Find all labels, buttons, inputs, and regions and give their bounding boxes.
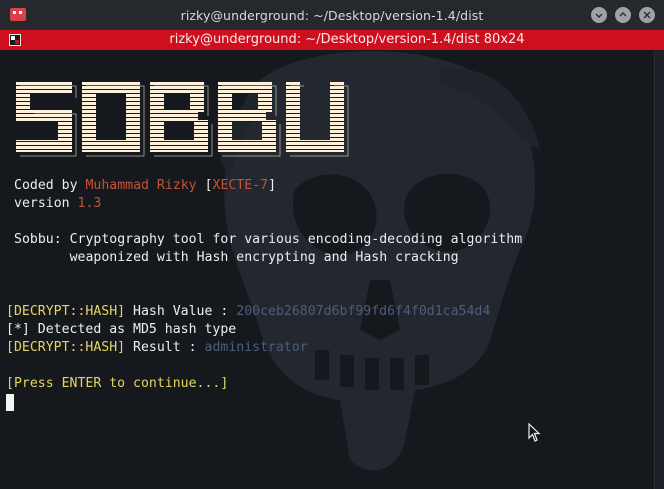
window-titlebar[interactable]: rizky@underground: ~/Desktop/version-1.4… bbox=[0, 0, 664, 30]
maximize-button[interactable] bbox=[615, 7, 631, 23]
author-name: Muhammad Rizky bbox=[85, 178, 197, 193]
detected-line: [*] Detected as MD5 hash type bbox=[6, 322, 237, 337]
decrypt-hash-tag: [DECRYPT::HASH] bbox=[6, 340, 126, 355]
terminal-tab-bar[interactable]: rizky@underground: ~/Desktop/version-1.4… bbox=[0, 30, 664, 50]
description-line-1: Sobbu: Cryptography tool for various enc… bbox=[14, 232, 523, 247]
team-name: XECTE-7 bbox=[212, 178, 269, 193]
terminal-output[interactable]: Coded by Muhammad Rizky [XECTE-7] versio… bbox=[0, 50, 654, 489]
tab-terminal-icon bbox=[9, 34, 21, 46]
maximize-icon bbox=[619, 12, 627, 17]
close-button[interactable] bbox=[639, 7, 655, 23]
minimize-button[interactable] bbox=[591, 7, 607, 23]
description-line-2: weaponized with Hash encrypting and Hash… bbox=[14, 250, 459, 265]
version-line: version 1.3 bbox=[14, 196, 102, 211]
minimize-icon bbox=[595, 13, 603, 18]
mouse-pointer-icon bbox=[528, 423, 541, 442]
decrypt-hash-tag: [DECRYPT::HASH] bbox=[6, 304, 126, 319]
sobbu-banner-logo bbox=[16, 82, 349, 157]
hash-value: 200ceb26807d6bf99fd6f4f0d1ca54d4 bbox=[236, 304, 491, 319]
window-title: rizky@underground: ~/Desktop/version-1.4… bbox=[180, 8, 484, 23]
result-line: [DECRYPT::HASH] Result : administrator bbox=[6, 340, 308, 355]
hash-value-line: [DECRYPT::HASH] Hash Value : 200ceb26807… bbox=[6, 304, 491, 319]
terminal-scrollbar[interactable] bbox=[654, 50, 664, 489]
text-cursor bbox=[6, 394, 14, 411]
tab-title: rizky@underground: ~/Desktop/version-1.4… bbox=[169, 32, 525, 47]
credits-line: Coded by Muhammad Rizky [XECTE-7] bbox=[14, 178, 277, 193]
version-number: 1.3 bbox=[77, 196, 102, 211]
result-value: administrator bbox=[204, 340, 308, 355]
continue-prompt: [Press ENTER to continue...] bbox=[6, 376, 229, 391]
close-icon bbox=[643, 11, 651, 19]
